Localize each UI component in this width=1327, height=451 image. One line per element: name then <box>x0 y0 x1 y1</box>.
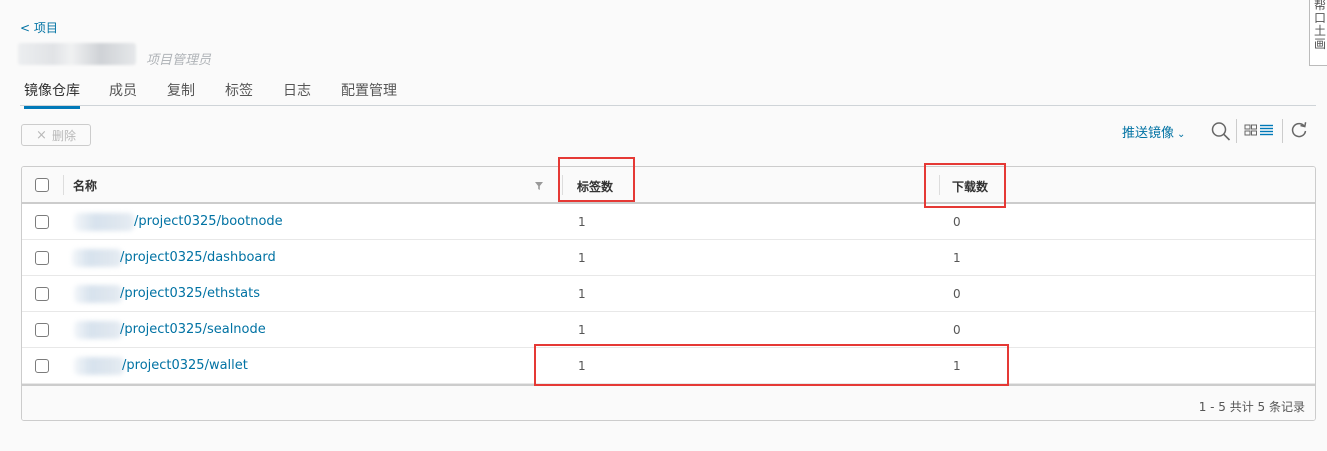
row-checkbox[interactable] <box>35 323 49 337</box>
tag-count: 1 <box>578 251 586 265</box>
chevron-down-icon: ⌄ <box>1177 129 1186 140</box>
pull-count: 0 <box>953 287 961 301</box>
toolbar-divider <box>1236 119 1237 143</box>
table-header: 名称 标签数 下载数 <box>22 167 1315 204</box>
tab-labels[interactable]: 标签 <box>225 80 253 108</box>
column-divider <box>562 175 563 195</box>
search-icon[interactable] <box>1210 121 1232 141</box>
role-label: 项目管理员 <box>146 53 212 68</box>
repository-link[interactable]: /project0325/sealnode <box>120 322 266 337</box>
row-checkbox[interactable] <box>35 251 49 265</box>
row-checkbox[interactable] <box>35 215 49 229</box>
push-image-label: 推送镜像 <box>1122 126 1175 141</box>
column-header-tag-count[interactable]: 标签数 <box>577 178 613 195</box>
repository-link[interactable]: /project0325/ethstats <box>120 286 260 301</box>
pull-count: 0 <box>953 215 961 229</box>
repository-link[interactable]: /project0325/wallet <box>122 358 248 373</box>
tag-count: 1 <box>578 359 586 373</box>
table-footer: 1 - 5 共计 5 条记录 <box>22 384 1315 420</box>
tab-configuration[interactable]: 配置管理 <box>341 80 397 108</box>
close-icon: × <box>36 127 47 143</box>
list-view-icon[interactable] <box>1260 124 1273 136</box>
back-to-projects-link[interactable]: < 项目 <box>20 19 58 36</box>
repository-link[interactable]: /project0325/dashboard <box>120 250 276 265</box>
column-header-pull-count[interactable]: 下载数 <box>952 178 988 195</box>
select-all-checkbox[interactable] <box>35 178 49 192</box>
project-name-redacted <box>18 43 136 65</box>
tag-count: 1 <box>578 215 586 229</box>
redacted-project-prefix <box>74 285 122 303</box>
column-divider <box>63 175 64 195</box>
row-checkbox[interactable] <box>35 287 49 301</box>
side-floating-widget[interactable]: 帮 口 土 画 <box>1309 0 1327 66</box>
redacted-project-prefix <box>74 357 124 375</box>
redacted-project-prefix <box>74 321 122 339</box>
column-header-name[interactable]: 名称 <box>73 177 97 194</box>
toolbar-divider <box>1282 119 1283 143</box>
tab-bar: 镜像仓库 成员 复制 标签 日志 配置管理 <box>20 72 1316 109</box>
tab-replication[interactable]: 复制 <box>167 80 195 108</box>
tab-members[interactable]: 成员 <box>109 80 137 108</box>
repository-table: 名称 标签数 下载数 /project0325/bootnode 1 0 /pr… <box>21 166 1316 421</box>
refresh-icon[interactable] <box>1289 120 1309 140</box>
filter-icon[interactable] <box>534 181 544 191</box>
table-row: /project0325/sealnode 1 0 <box>22 312 1315 348</box>
repository-link[interactable]: /project0325/bootnode <box>134 214 283 229</box>
redacted-project-prefix <box>72 249 122 267</box>
tab-repositories[interactable]: 镜像仓库 <box>24 80 80 109</box>
table-row: /project0325/wallet 1 1 <box>22 348 1315 384</box>
delete-button[interactable]: × 删除 <box>21 124 91 146</box>
pagination-summary: 1 - 5 共计 5 条记录 <box>1198 400 1305 414</box>
redacted-project-prefix <box>74 213 134 231</box>
tag-count: 1 <box>578 323 586 337</box>
delete-button-label: 删除 <box>51 128 76 143</box>
table-row: /project0325/bootnode 1 0 <box>22 204 1315 240</box>
column-divider <box>939 175 940 195</box>
tag-count: 1 <box>578 287 586 301</box>
table-row: /project0325/dashboard 1 1 <box>22 240 1315 276</box>
grid-view-icon[interactable] <box>1244 123 1274 137</box>
table-row: /project0325/ethstats 1 0 <box>22 276 1315 312</box>
pull-count: 1 <box>953 359 961 373</box>
push-image-dropdown[interactable]: 推送镜像 ⌄ <box>1122 122 1185 141</box>
tab-logs[interactable]: 日志 <box>283 80 311 108</box>
pull-count: 0 <box>953 323 961 337</box>
row-checkbox[interactable] <box>35 359 49 373</box>
pull-count: 1 <box>953 251 961 265</box>
